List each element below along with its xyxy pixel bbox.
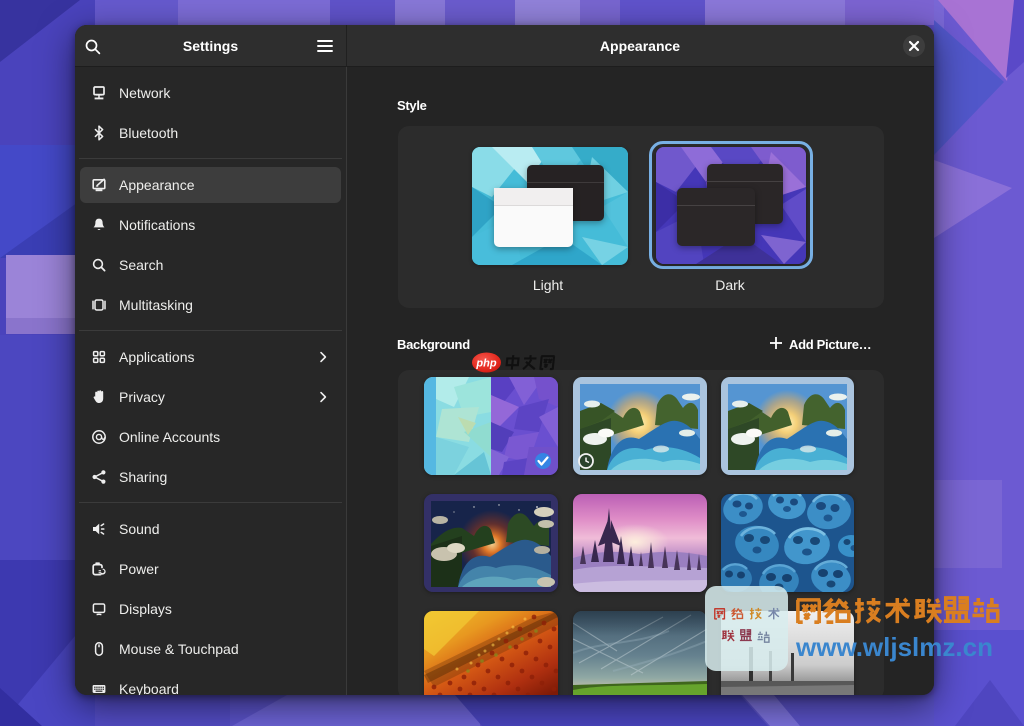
svg-text:php: php xyxy=(475,358,496,370)
svg-text:www.wljslmz.cn: www.wljslmz.cn xyxy=(795,632,993,662)
